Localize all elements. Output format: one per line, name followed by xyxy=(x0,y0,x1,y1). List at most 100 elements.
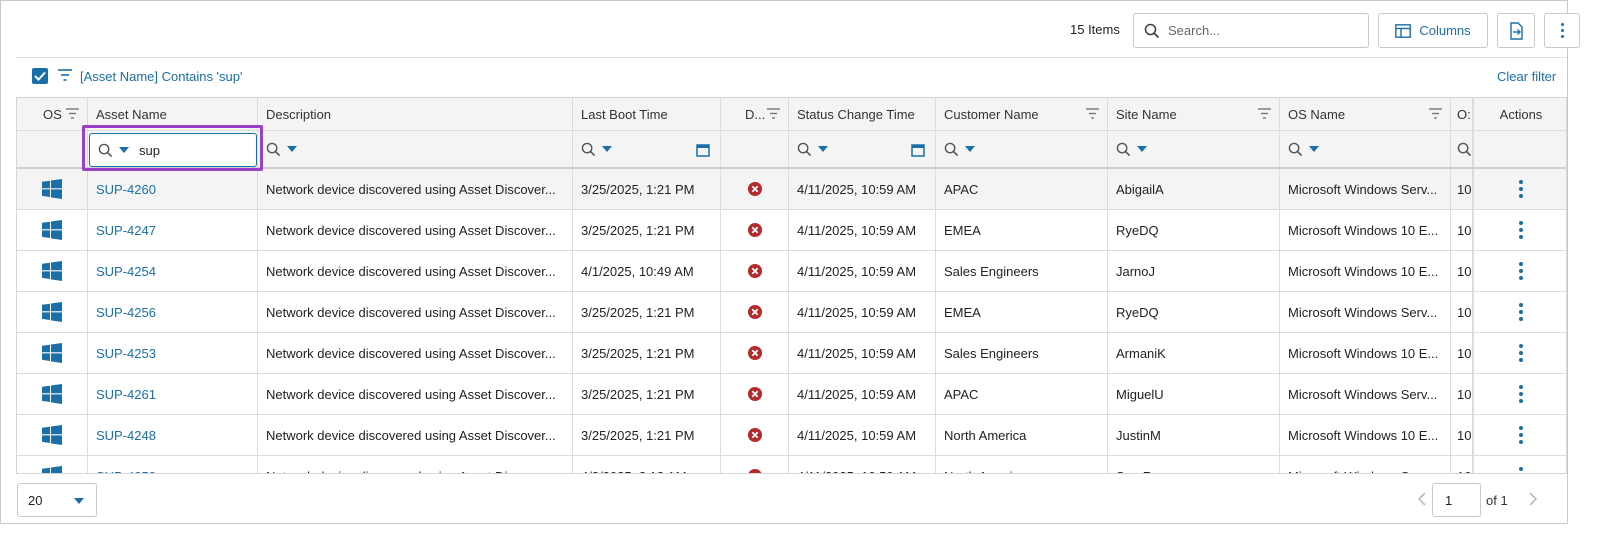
row-actions-icon[interactable] xyxy=(1519,467,1523,473)
asset-name-cell[interactable]: SUP-4258 xyxy=(88,456,258,474)
row-actions-icon[interactable] xyxy=(1519,180,1523,198)
column-header-description[interactable]: Description xyxy=(258,98,573,130)
filter-cell-customer-name[interactable] xyxy=(936,131,1108,167)
column-filter-icon[interactable] xyxy=(1429,108,1442,119)
filter-cell-os-name[interactable] xyxy=(1280,131,1451,167)
column-header-label: Site Name xyxy=(1116,106,1177,122)
row-actions-icon[interactable] xyxy=(1519,221,1523,239)
search-icon xyxy=(1144,23,1160,38)
asset-name-cell[interactable]: SUP-4247 xyxy=(88,210,258,250)
dropdown-caret-icon[interactable] xyxy=(287,146,297,152)
customer-name-cell: EMEA xyxy=(936,292,1108,332)
column-header-os[interactable]: OS xyxy=(17,98,88,130)
column-header-status-change-time[interactable]: Status Change Time xyxy=(789,98,936,130)
description-cell: Network device discovered using Asset Di… xyxy=(258,292,573,332)
filter-cell-os xyxy=(17,131,88,167)
column-header-last-boot-time[interactable]: Last Boot Time xyxy=(573,98,721,130)
export-button[interactable] xyxy=(1497,13,1535,48)
table-row[interactable]: SUP-4254 Network device discovered using … xyxy=(17,251,1566,292)
column-header-os-version[interactable]: O: xyxy=(1451,98,1473,130)
check-icon xyxy=(34,71,46,81)
dropdown-caret-icon[interactable] xyxy=(965,146,975,152)
column-header-os-name[interactable]: OS Name xyxy=(1280,98,1451,130)
status-change-time-cell: 4/11/2025, 10:59 AM xyxy=(789,292,936,332)
items-count: 15 Items xyxy=(1070,22,1120,37)
asset-name-cell[interactable]: SUP-4254 xyxy=(88,251,258,291)
calendar-icon[interactable] xyxy=(911,143,925,157)
next-page-icon[interactable] xyxy=(1528,492,1538,506)
asset-name-link[interactable]: SUP-4261 xyxy=(96,387,156,402)
asset-name-link[interactable]: SUP-4247 xyxy=(96,223,156,238)
asset-name-filter-input[interactable] xyxy=(139,142,239,158)
table-row[interactable]: SUP-4253 Network device discovered using … xyxy=(17,333,1566,374)
dropdown-caret-icon[interactable] xyxy=(119,147,129,153)
active-filter-expression[interactable]: [Asset Name] Contains 'sup' xyxy=(80,69,242,84)
last-boot-time-cell: 3/25/2025, 1:21 PM xyxy=(573,169,721,209)
site-name-cell: ArmaniK xyxy=(1108,333,1280,373)
column-filter-icon[interactable] xyxy=(1258,108,1271,119)
table-row[interactable]: SUP-4260 Network device discovered using … xyxy=(17,169,1566,210)
filter-enabled-checkbox[interactable] xyxy=(32,68,48,84)
columns-button[interactable]: Columns xyxy=(1378,13,1488,48)
column-header-customer-name[interactable]: Customer Name xyxy=(936,98,1108,130)
asset-name-link[interactable]: SUP-4254 xyxy=(96,264,156,279)
column-filter-icon[interactable] xyxy=(1086,108,1099,119)
filter-cell-last-boot-time[interactable] xyxy=(573,131,721,167)
table-row[interactable]: SUP-4258 Network device discovered using … xyxy=(17,456,1566,474)
column-filter-icon[interactable] xyxy=(767,108,780,119)
customer-name-cell: North America xyxy=(936,456,1108,473)
row-actions-icon[interactable] xyxy=(1519,344,1523,362)
dropdown-caret-icon[interactable] xyxy=(1309,146,1319,152)
asset-name-link[interactable]: SUP-4253 xyxy=(96,346,156,361)
page-count-label: of 1 xyxy=(1486,493,1508,508)
dropdown-caret-icon[interactable] xyxy=(818,146,828,152)
os-cell xyxy=(17,456,88,473)
column-header-d[interactable]: D... xyxy=(721,98,789,130)
column-header-label: OS Name xyxy=(1288,106,1346,122)
filter-cell-site-name[interactable] xyxy=(1108,131,1280,167)
asset-name-cell[interactable]: SUP-4248 xyxy=(88,415,258,455)
search-input[interactable] xyxy=(1168,23,1348,38)
customer-name-cell: Sales Engineers xyxy=(936,333,1108,373)
filter-cell-description[interactable] xyxy=(258,131,573,167)
row-actions-icon[interactable] xyxy=(1519,303,1523,321)
row-actions-icon[interactable] xyxy=(1519,426,1523,444)
os-name-cell: Microsoft Windows Serv... xyxy=(1280,169,1451,209)
table-row[interactable]: SUP-4256 Network device discovered using … xyxy=(17,292,1566,333)
column-filter-icon[interactable] xyxy=(66,108,79,119)
more-options-button[interactable] xyxy=(1544,13,1580,48)
previous-page-icon[interactable] xyxy=(1417,492,1427,506)
asset-name-cell[interactable]: SUP-4256 xyxy=(88,292,258,332)
asset-name-cell[interactable]: SUP-4261 xyxy=(88,374,258,414)
dropdown-caret-icon[interactable] xyxy=(1137,146,1147,152)
filter-cell-os-version[interactable] xyxy=(1451,131,1473,167)
asset-name-cell[interactable]: SUP-4253 xyxy=(88,333,258,373)
os-version-cell: 10 xyxy=(1451,333,1473,373)
description-cell: Network device discovered using Asset Di… xyxy=(258,169,573,209)
asset-name-link[interactable]: SUP-4248 xyxy=(96,428,156,443)
os-version-cell: 10 xyxy=(1451,210,1473,250)
current-page-input[interactable]: 1 xyxy=(1432,483,1481,517)
asset-name-link[interactable]: SUP-4256 xyxy=(96,305,156,320)
search-box[interactable] xyxy=(1133,13,1369,48)
windows-icon xyxy=(42,425,62,445)
asset-name-filter[interactable] xyxy=(89,133,257,167)
last-boot-time-cell: 4/1/2025, 10:49 AM xyxy=(573,251,721,291)
row-actions-icon[interactable] xyxy=(1519,385,1523,403)
table-row[interactable]: SUP-4248 Network device discovered using … xyxy=(17,415,1566,456)
asset-name-cell[interactable]: SUP-4260 xyxy=(88,169,258,209)
page-size-select[interactable]: 20 xyxy=(17,483,97,517)
site-name-cell: RyeDQ xyxy=(1108,210,1280,250)
asset-name-link[interactable]: SUP-4260 xyxy=(96,182,156,197)
actions-cell xyxy=(1473,251,1566,291)
dropdown-caret-icon[interactable] xyxy=(602,146,612,152)
table-row[interactable]: SUP-4261 Network device discovered using … xyxy=(17,374,1566,415)
asset-name-link[interactable]: SUP-4258 xyxy=(96,469,156,474)
row-actions-icon[interactable] xyxy=(1519,262,1523,280)
column-header-site-name[interactable]: Site Name xyxy=(1108,98,1280,130)
table-row[interactable]: SUP-4247 Network device discovered using … xyxy=(17,210,1566,251)
calendar-icon[interactable] xyxy=(696,143,710,157)
column-header-asset-name[interactable]: Asset Name xyxy=(88,98,258,130)
filter-cell-status-change-time[interactable] xyxy=(789,131,936,167)
clear-filter-link[interactable]: Clear filter xyxy=(1497,69,1556,84)
